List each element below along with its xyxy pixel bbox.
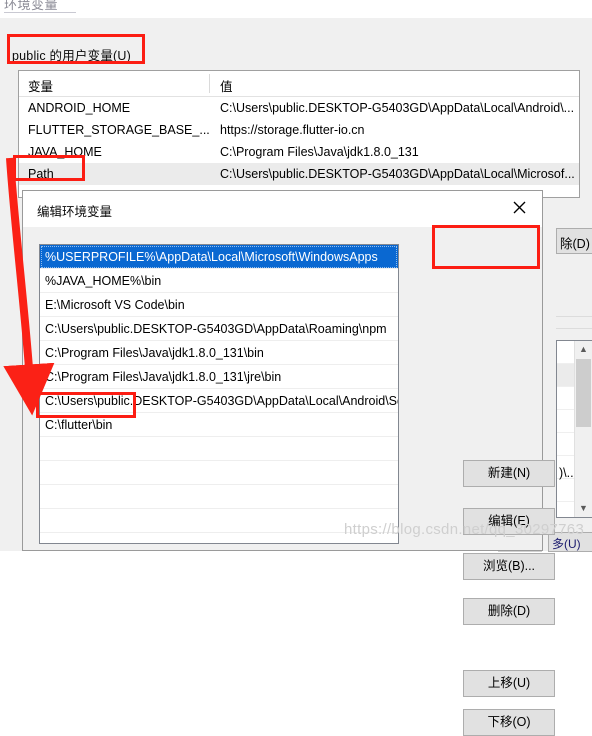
highlight-box-path [13, 155, 85, 181]
variable-value: C:\Users\public.DESKTOP-G5403GD\AppData\… [220, 101, 575, 115]
close-icon[interactable] [497, 191, 542, 221]
variable-value: C:\Program Files\Java\jdk1.8.0_131 [220, 145, 419, 159]
list-item[interactable]: C:\Program Files\Java\jdk1.8.0_131\jre\b… [40, 365, 398, 389]
table-header-row: 变量 值 [19, 71, 579, 97]
list-item[interactable]: %JAVA_HOME%\bin [40, 269, 398, 293]
column-divider[interactable] [209, 74, 210, 93]
title-underline [4, 12, 76, 13]
variable-value: https://storage.flutter-io.cn [220, 123, 365, 137]
table-row-path-selected[interactable]: Path C:\Users\public.DESKTOP-G5403GD\App… [19, 163, 579, 185]
list-item[interactable]: E:\Microsoft VS Code\bin [40, 293, 398, 317]
variable-name: FLUTTER_STORAGE_BASE_... [28, 123, 210, 137]
new-button[interactable]: 新建(N) [463, 460, 555, 487]
user-variables-table[interactable]: 变量 值 ANDROID_HOME C:\Users\public.DESKTO… [18, 70, 580, 198]
list-item-empty[interactable] [40, 461, 398, 485]
column-header-value[interactable]: 值 [220, 76, 233, 95]
highlight-box-flutter-bin [36, 392, 136, 418]
dialog-body: %USERPROFILE%\AppData\Local\Microsoft\Wi… [23, 227, 555, 736]
background-list-scrollbar[interactable]: ▲ ▼ [574, 341, 592, 517]
window-titlebar: 环境变量 [0, 0, 592, 18]
table-row[interactable]: FLUTTER_STORAGE_BASE_... https://storage… [19, 119, 579, 141]
browse-button[interactable]: 浏览(B)... [463, 553, 555, 580]
highlight-box-user-variables [7, 34, 145, 64]
variable-name: ANDROID_HOME [28, 101, 131, 115]
dialog-title: 编辑环境变量 [37, 205, 113, 219]
scrollbar-thumb[interactable] [576, 359, 591, 427]
panel-divider [556, 328, 592, 329]
delete-button[interactable]: 删除(D) [463, 598, 555, 625]
scroll-down-arrow-icon[interactable]: ▼ [575, 500, 592, 517]
background-delete-button-label: 除(D) [560, 237, 590, 251]
list-item-empty[interactable] [40, 485, 398, 509]
dialog-titlebar: 编辑环境变量 [23, 191, 542, 227]
panel-divider [556, 316, 592, 317]
highlight-box-new-button [432, 225, 540, 269]
variable-value: C:\Users\public.DESKTOP-G5403GD\AppData\… [220, 167, 575, 181]
move-down-button[interactable]: 下移(O) [463, 709, 555, 736]
watermark: https://blog.csdn.net/qq_30297763 [344, 521, 585, 538]
background-delete-button[interactable]: 除(D) [556, 228, 592, 254]
column-header-variable[interactable]: 变量 [28, 76, 53, 95]
list-item-empty[interactable] [40, 437, 398, 461]
list-item[interactable]: C:\Users\public.DESKTOP-G5403GD\AppData\… [40, 317, 398, 341]
table-row[interactable]: JAVA_HOME C:\Program Files\Java\jdk1.8.0… [19, 141, 579, 163]
table-row[interactable]: ANDROID_HOME C:\Users\public.DESKTOP-G54… [19, 97, 579, 119]
list-item[interactable]: C:\Program Files\Java\jdk1.8.0_131\bin [40, 341, 398, 365]
list-item[interactable]: %USERPROFILE%\AppData\Local\Microsoft\Wi… [40, 245, 398, 269]
move-up-button[interactable]: 上移(U) [463, 670, 555, 697]
scroll-up-arrow-icon[interactable]: ▲ [575, 341, 592, 358]
